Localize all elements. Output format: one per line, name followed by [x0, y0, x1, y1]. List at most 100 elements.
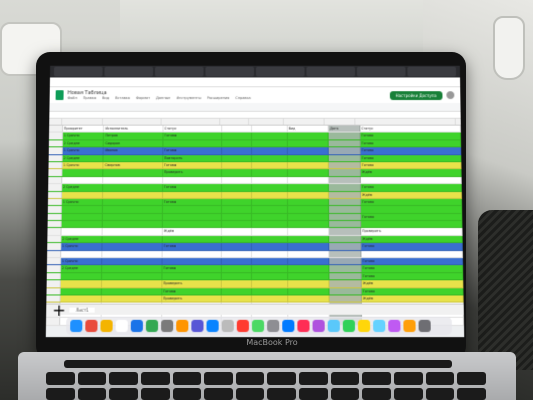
table-cell[interactable]: Сидоров [104, 140, 163, 146]
dock-app-icon[interactable] [297, 320, 309, 332]
table-cell[interactable] [103, 192, 162, 198]
table-cell[interactable] [222, 258, 252, 264]
keyboard-key[interactable] [204, 388, 233, 400]
dock-app-icon[interactable] [313, 320, 325, 332]
table-cell[interactable] [222, 273, 252, 279]
row-header[interactable] [48, 177, 62, 183]
table-cell[interactable] [62, 177, 104, 183]
keyboard-key[interactable] [204, 372, 233, 385]
table-cell[interactable] [288, 214, 330, 220]
table-cell[interactable] [330, 243, 362, 249]
table-cell[interactable] [252, 273, 288, 279]
table-cell[interactable] [162, 258, 222, 264]
table-cell[interactable] [62, 214, 104, 220]
table-cell[interactable] [252, 162, 288, 168]
table-cell[interactable]: Иванов [104, 148, 163, 154]
table-cell[interactable]: Готово [163, 162, 222, 168]
dock-app-icon[interactable] [85, 320, 97, 332]
table-cell[interactable] [329, 148, 361, 154]
dock-app-icon[interactable] [403, 320, 415, 332]
row-header[interactable] [46, 288, 60, 294]
keyboard-key[interactable] [78, 372, 107, 385]
table-cell[interactable] [329, 221, 361, 227]
table-cell[interactable] [252, 177, 288, 183]
table-cell[interactable] [361, 251, 463, 257]
table-cell[interactable]: Проверить [162, 295, 222, 301]
table-cell[interactable]: Дата [329, 126, 361, 132]
menu-item[interactable]: Правка [83, 96, 96, 100]
table-cell[interactable] [329, 236, 361, 242]
table-cell[interactable] [163, 140, 222, 146]
table-cell[interactable] [252, 236, 288, 242]
table-cell[interactable]: Статус [163, 126, 222, 132]
dock-app-icon[interactable] [207, 320, 219, 332]
table-cell[interactable] [222, 236, 252, 242]
table-cell[interactable] [288, 206, 330, 212]
share-button[interactable]: Настройки Доступа [389, 91, 442, 100]
avatar[interactable] [446, 91, 454, 99]
dock-app-icon[interactable] [388, 320, 400, 332]
dock-app-icon[interactable] [191, 320, 203, 332]
keyboard-key[interactable] [362, 372, 391, 385]
browser-tab[interactable] [357, 67, 406, 77]
table-cell[interactable] [222, 214, 252, 220]
menu-item[interactable]: Расширения [207, 96, 230, 100]
browser-tab[interactable] [306, 67, 355, 77]
table-cell[interactable] [103, 236, 163, 242]
table-cell[interactable] [252, 288, 288, 294]
table-cell[interactable]: Проверить [163, 169, 222, 175]
table-cell[interactable] [329, 155, 361, 161]
table-cell[interactable]: Ждём [361, 236, 462, 242]
table-cell[interactable] [288, 184, 330, 190]
table-cell[interactable]: Готово [361, 214, 462, 220]
dock-app-icon[interactable] [176, 320, 188, 332]
menu-item[interactable]: Вид [102, 96, 109, 100]
column-header[interactable] [162, 119, 221, 125]
table-cell[interactable] [252, 214, 288, 220]
keyboard-key[interactable] [299, 388, 328, 400]
table-cell[interactable] [222, 155, 252, 161]
browser-tab[interactable] [104, 67, 153, 77]
dock-app-icon[interactable] [419, 320, 431, 332]
keyboard-key[interactable] [141, 372, 170, 385]
dock-app-icon[interactable] [70, 320, 82, 332]
table-cell[interactable] [288, 148, 329, 154]
table-cell[interactable] [288, 251, 330, 257]
row-header[interactable] [48, 199, 62, 205]
row-header[interactable] [49, 126, 63, 132]
table-cell[interactable] [103, 273, 163, 279]
table-cell[interactable]: Проверить [361, 228, 462, 234]
table-cell[interactable] [329, 169, 361, 175]
dock-app-icon[interactable] [267, 320, 279, 332]
table-cell[interactable] [104, 177, 163, 183]
table-cell[interactable] [222, 221, 252, 227]
table-cell[interactable] [330, 266, 362, 272]
row-header[interactable] [47, 281, 61, 287]
table-cell[interactable] [103, 228, 163, 234]
table-cell[interactable]: Готово [362, 273, 464, 279]
column-header[interactable] [325, 119, 356, 125]
table-cell[interactable] [288, 133, 329, 139]
table-cell[interactable] [163, 214, 223, 220]
table-cell[interactable]: Приоритет [63, 126, 104, 132]
dock-app-icon[interactable] [131, 320, 143, 332]
table-cell[interactable]: Ждём [362, 295, 464, 301]
dock-app-icon[interactable] [222, 320, 234, 332]
table-cell[interactable] [162, 251, 222, 257]
table-cell[interactable] [252, 221, 288, 227]
table-cell[interactable] [163, 206, 222, 212]
table-cell[interactable]: 2 Средне [63, 140, 104, 146]
dock-app-icon[interactable] [328, 320, 340, 332]
formatting-toolbar[interactable] [49, 103, 460, 112]
column-header[interactable] [284, 119, 325, 125]
table-cell[interactable] [222, 228, 252, 234]
table-cell[interactable]: Смирнов [104, 162, 163, 168]
table-cell[interactable] [222, 177, 252, 183]
table-cell[interactable]: Готово [360, 133, 461, 139]
table-cell[interactable]: Готово [361, 155, 462, 161]
keyboard-key[interactable] [46, 372, 75, 385]
table-cell[interactable]: Готово [162, 288, 222, 294]
column-header[interactable] [220, 119, 249, 125]
table-cell[interactable]: Готово [361, 162, 462, 168]
table-cell[interactable]: Готово [162, 266, 222, 272]
